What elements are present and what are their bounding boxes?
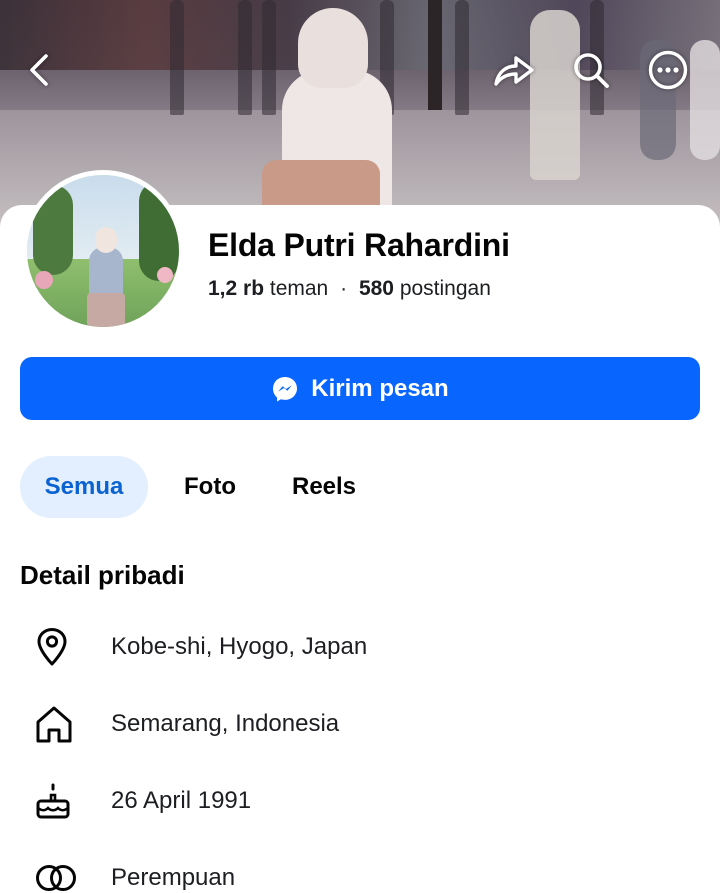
profile-stats: 1,2 rb teman · 580 postingan	[208, 277, 491, 301]
personal-details-title: Detail pribadi	[20, 560, 185, 590]
cover-walker	[530, 10, 580, 180]
profile-name: Elda Putri Rahardini	[208, 227, 510, 263]
tab-foto[interactable]: Foto	[184, 456, 236, 518]
detail-birthday: 26 April 1991	[20, 771, 700, 831]
cover-crowd-figure	[262, 0, 276, 115]
home-icon	[36, 706, 72, 743]
tab-reels[interactable]: Reels	[292, 456, 356, 518]
profile-tabs: Semua Foto Reels	[20, 456, 356, 518]
more-icon	[648, 50, 688, 90]
avatar-photo-person	[87, 293, 125, 327]
cover-pole	[428, 0, 442, 110]
tab-semua[interactable]: Semua	[20, 456, 148, 518]
detail-text: Perempuan	[111, 864, 236, 891]
share-icon	[494, 56, 534, 86]
detail-hometown: Semarang, Indonesia	[20, 694, 700, 754]
detail-text: Kobe-shi, Hyogo, Japan	[111, 633, 368, 660]
detail-text: 26 April 1991	[111, 787, 252, 814]
cover-crowd-figure	[238, 0, 252, 115]
cover-subject-head	[298, 8, 368, 88]
detail-text: Semarang, Indonesia	[111, 710, 340, 737]
posts-label: postingan	[399, 277, 491, 300]
messenger-icon	[273, 376, 298, 401]
search-icon	[574, 53, 609, 88]
send-message-button[interactable]: Kirim pesan	[20, 357, 700, 420]
birthday-cake-icon	[36, 783, 70, 819]
more-options-button[interactable]	[646, 48, 690, 92]
location-pin-icon	[37, 628, 67, 666]
friends-label[interactable]: teman	[270, 277, 328, 300]
send-message-label: Kirim pesan	[311, 374, 449, 402]
search-button[interactable]	[569, 48, 613, 92]
avatar[interactable]	[22, 170, 184, 332]
avatar-photo-flowers	[157, 267, 173, 283]
back-icon	[30, 54, 48, 86]
avatar-photo-person	[95, 227, 117, 253]
avatar-photo-tree	[33, 185, 73, 275]
avatar-photo-flowers	[35, 271, 53, 289]
friends-count[interactable]: 1,2 rb	[208, 277, 264, 300]
cover-crowd-figure	[455, 0, 469, 115]
cover-walker	[690, 40, 720, 160]
cover-crowd-figure	[170, 0, 184, 115]
detail-gender: Perempuan	[20, 848, 700, 893]
detail-current-city: Kobe-shi, Hyogo, Japan	[20, 617, 700, 677]
gender-icon	[36, 865, 76, 891]
posts-count: 580	[358, 277, 394, 300]
avatar-photo-tree	[139, 181, 179, 281]
stats-separator: ·	[340, 277, 348, 300]
back-button[interactable]	[18, 48, 62, 92]
share-button[interactable]	[492, 48, 536, 92]
